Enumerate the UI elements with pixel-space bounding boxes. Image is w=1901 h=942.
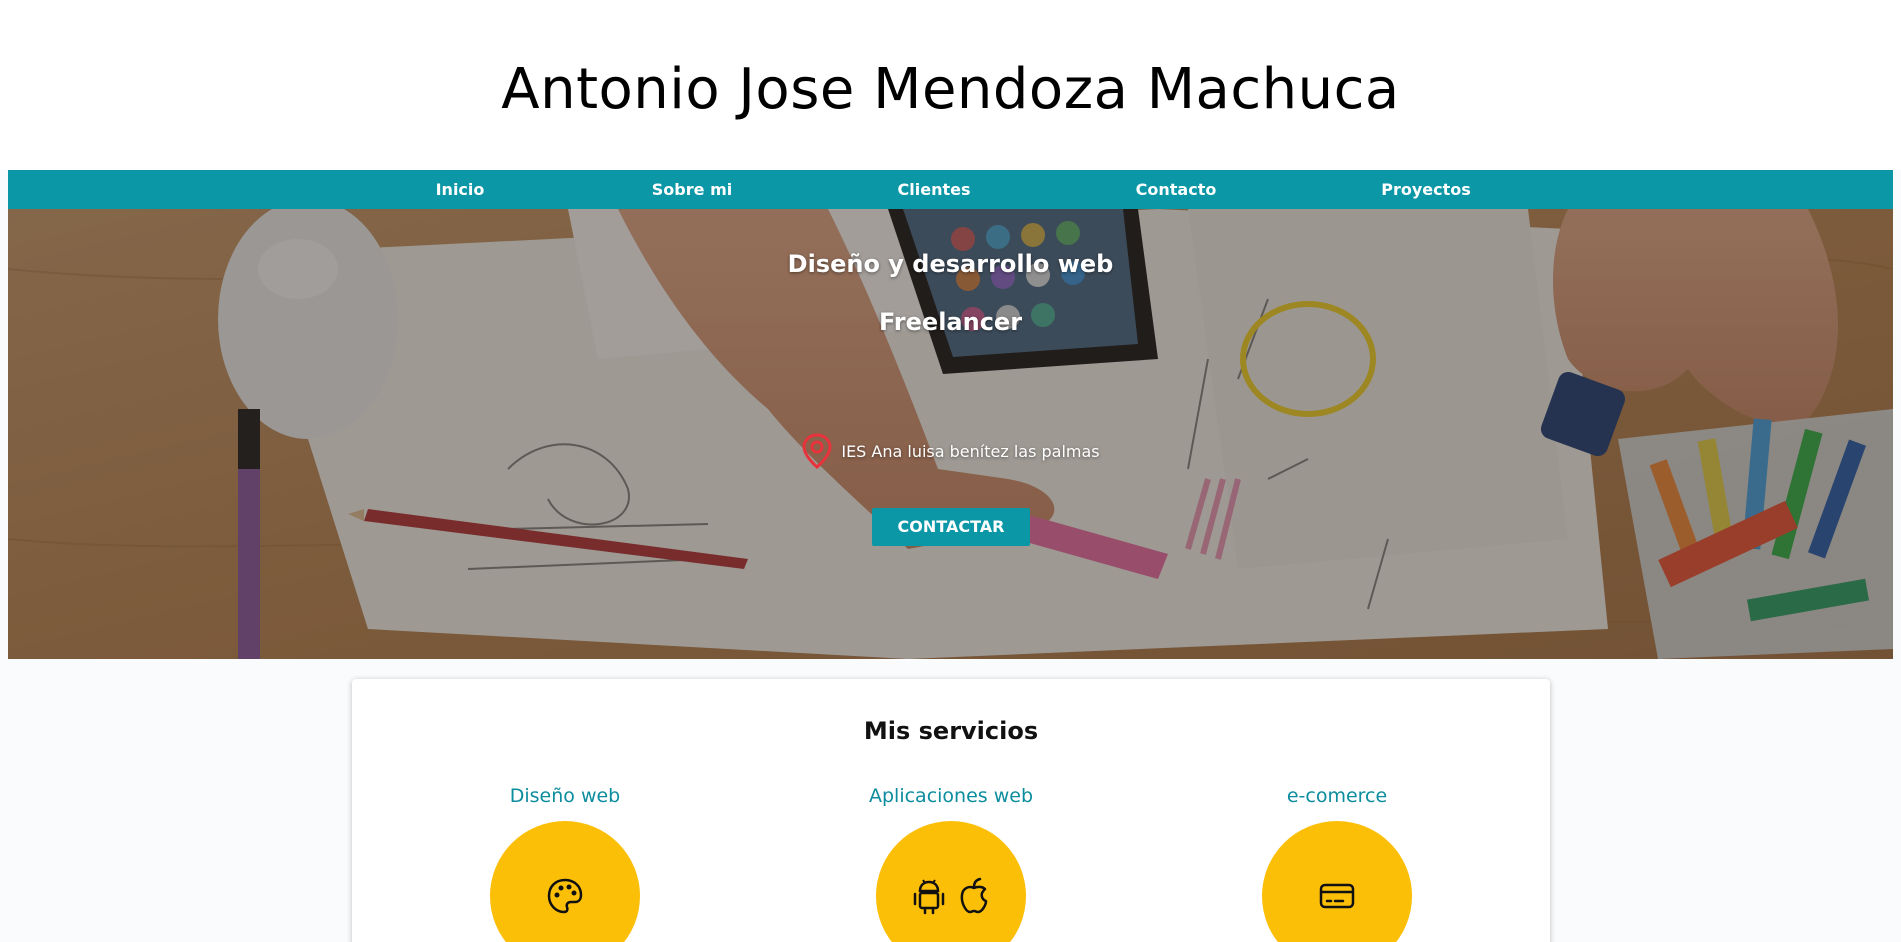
services-card: Mis servicios Diseño web Aplicaciones we… [352,679,1550,942]
site-header: Antonio Jose Mendoza Machuca [0,0,1901,170]
nav-item-inicio[interactable]: Inicio [436,170,485,209]
service-title-e-comerce[interactable]: e-comerce [1187,783,1487,809]
apple-icon [960,877,988,914]
android-icon [913,879,945,915]
nav-item-contacto[interactable]: Contacto [1136,170,1217,209]
service-title-aplicaciones-web[interactable]: Aplicaciones web [801,783,1101,809]
service-aplicaciones-web: Aplicaciones web [801,783,1101,942]
service-icon-circle [490,821,640,942]
nav-item-clientes[interactable]: Clientes [898,170,971,209]
site-title: Antonio Jose Mendoza Machuca [501,57,1400,122]
location-text: IES Ana luisa benítez las palmas [841,441,1100,461]
hero-section: Diseño y desarrollo web Freelancer IES A… [8,209,1893,659]
services-title: Mis servicios [863,717,1039,745]
page: Antonio Jose Mendoza Machuca Inicio Sobr… [0,0,1901,942]
hero-headline: Diseño y desarrollo web [787,250,1114,278]
service-icon-circle [876,821,1026,942]
hero-subheadline: Freelancer [878,308,1023,336]
hero-location: IES Ana luisa benítez las palmas [8,433,1893,469]
service-app-icons [911,876,991,916]
service-icon-circle [1262,821,1412,942]
service-diseno-web: Diseño web [415,783,715,942]
nav-item-proyectos[interactable]: Proyectos [1381,170,1471,209]
main-navigation: Inicio Sobre mi Clientes Contacto Proyec… [8,170,1893,209]
service-title-diseno-web[interactable]: Diseño web [415,783,715,809]
service-e-comerce: e-comerce [1187,783,1487,942]
nav-item-sobre-mi[interactable]: Sobre mi [652,170,732,209]
map-pin-icon [801,433,833,469]
credit-card-icon [1317,876,1357,916]
palette-icon [545,876,585,916]
contactar-button[interactable]: CONTACTAR [872,508,1030,546]
